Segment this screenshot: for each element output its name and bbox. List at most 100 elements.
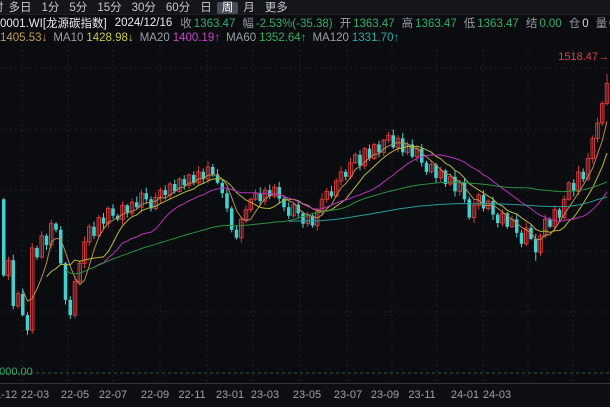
candle-down — [102, 218, 106, 224]
candle-down — [145, 193, 149, 199]
ma-value: 1405.53↓ — [0, 32, 47, 44]
ma-value: 1428.98↓ — [86, 32, 133, 44]
timeframe-tab-0[interactable]: 多日 — [4, 2, 37, 14]
quote-field-3: 高1363.47 — [402, 18, 457, 30]
candle-down — [377, 144, 381, 152]
candle-down — [491, 201, 495, 214]
ma-label: MA10 — [53, 32, 83, 44]
quote-field-6: 仓0 — [569, 18, 589, 30]
highest-price-marker: 1518.47→ — [558, 51, 609, 63]
timeframe-tab-1[interactable]: 1分 — [37, 2, 65, 14]
candle-down — [45, 236, 49, 245]
candle-down — [111, 208, 115, 215]
timeframe-tabs: 多日1分5分15分30分60分日周月更多 — [4, 0, 293, 15]
quote-field-value: 1363.47 — [194, 18, 236, 30]
candle-down — [344, 172, 348, 177]
candle-down — [12, 260, 16, 306]
quote-field-label: 收 — [180, 18, 192, 30]
ma-value: 1352.64↑ — [259, 32, 306, 44]
ma-legend-item-1: MA101428.98↓ — [53, 32, 133, 44]
candle-down — [225, 193, 229, 208]
x-axis-label-23-11: 23-11 — [408, 389, 435, 401]
quote-bar: 0001.WI[龙源碳指数] 2024/12/16 收1363.47幅-2.53… — [0, 15, 610, 30]
quote-field-value: -2.53%(-35.38) — [256, 18, 333, 30]
quote-field-value: 1363.47 — [415, 18, 457, 30]
candle-down — [230, 208, 234, 229]
ma-legend-item-2: MA201400.19↑ — [140, 32, 220, 44]
candle-down — [515, 219, 519, 232]
quote-field-value: 0 — [582, 18, 588, 30]
timeframe-tab-5[interactable]: 60分 — [161, 2, 195, 14]
quote-field-value: 1363.47 — [477, 18, 519, 30]
quote-field-0: 收1363.47 — [180, 18, 235, 30]
symbol-name: 0001.WI[龙源碳指数] — [0, 15, 107, 31]
ma-legend-bar: 1405.53↓ MA101428.98↓ MA201400.19↑ MA601352… — [0, 30, 610, 45]
quote-field-value: 1363.47 — [353, 18, 395, 30]
candle-down — [301, 213, 305, 223]
candle-down — [287, 207, 291, 216]
ma-label: MA20 — [140, 32, 170, 44]
timeframe-tab-2[interactable]: 5分 — [64, 2, 92, 14]
x-axis-label-23-07: 23-07 — [334, 389, 362, 401]
x-axis-label-22-03: 22-03 — [21, 389, 49, 401]
candle-down — [211, 167, 215, 174]
quote-field-label: 幅 — [242, 18, 254, 30]
x-axis-label-21-12: 21-12 — [0, 389, 17, 401]
ma-label: MA120 — [312, 32, 348, 44]
ma-label: MA60 — [226, 32, 256, 44]
candle-down — [235, 230, 239, 238]
quote-field-label: 开 — [340, 18, 352, 30]
candle-down — [558, 210, 562, 218]
x-axis-label-23-05: 23-05 — [293, 389, 321, 401]
ma-legend-item-3: MA601352.64↑ — [226, 32, 306, 44]
candle-down — [401, 138, 405, 152]
chart-app-window: 时 多日1分5分15分30分60分日周月更多 0001.WI[龙源碳指数] 20… — [0, 0, 610, 407]
timeframe-tab-9[interactable]: 更多 — [260, 2, 293, 14]
quote-field-2: 开1363.47 — [340, 18, 395, 30]
timeframe-tab-3[interactable]: 15分 — [92, 2, 126, 14]
x-axis-label-22-11: 22-11 — [178, 389, 205, 401]
ma-legend-item-0: 1405.53↓ — [0, 32, 47, 44]
candle-down — [358, 155, 362, 166]
candle-down — [425, 163, 429, 172]
quote-field-7: 量0 — [596, 18, 610, 30]
quote-field-label: 仓 — [569, 18, 581, 30]
lowest-price-marker: 1000.00 — [0, 366, 33, 378]
candle-down — [534, 239, 538, 252]
timeframe-tab-7[interactable]: 周 — [217, 2, 239, 14]
timeframe-tab-6[interactable]: 日 — [195, 2, 217, 14]
candle-down — [164, 190, 168, 195]
candle-down — [183, 179, 187, 185]
candle-down — [26, 315, 30, 330]
x-axis-label-23-03: 23-03 — [251, 389, 279, 401]
ma-legend-item-4: MA1201331.70↑ — [312, 32, 399, 44]
x-axis-label-23-01: 23-01 — [216, 389, 244, 401]
candle-down — [64, 263, 68, 300]
timeframe-tab-8[interactable]: 月 — [238, 2, 260, 14]
candle-down — [520, 233, 524, 244]
quote-field-4: 低1363.47 — [464, 18, 519, 30]
candle-down — [2, 199, 6, 275]
quote-field-label: 结 — [526, 18, 538, 30]
x-axis-label-22-05: 22-05 — [61, 389, 89, 401]
candle-down — [420, 149, 424, 163]
timeframe-tab-4[interactable]: 30分 — [127, 2, 161, 14]
candle-down — [92, 227, 96, 236]
x-axis-label-24-01: 24-01 — [451, 389, 479, 401]
x-axis: 21-12 22-03 22-05 22-07 22-09 22-11 23-01 23-03… — [0, 383, 610, 407]
candle-down — [259, 193, 263, 201]
quote-field-value: 0.00 — [539, 18, 561, 30]
quote-field-5: 结0.00 — [526, 18, 562, 30]
x-axis-label-22-07: 22-07 — [99, 389, 127, 401]
quote-date: 2024/12/16 — [115, 17, 173, 29]
x-axis-label-22-09: 22-09 — [141, 389, 169, 401]
candle-down — [392, 135, 396, 147]
candle-down — [496, 215, 500, 224]
timeframe-toolbar: 时 多日1分5分15分30分60分日周月更多 — [0, 0, 610, 15]
quote-field-1: 幅-2.53%(-35.38) — [242, 18, 332, 30]
candle-down — [330, 191, 334, 196]
candle-down — [278, 187, 282, 199]
x-axis-label-23-09: 23-09 — [371, 389, 399, 401]
candle-down — [135, 202, 139, 207]
candlestick-chart[interactable] — [0, 45, 610, 383]
